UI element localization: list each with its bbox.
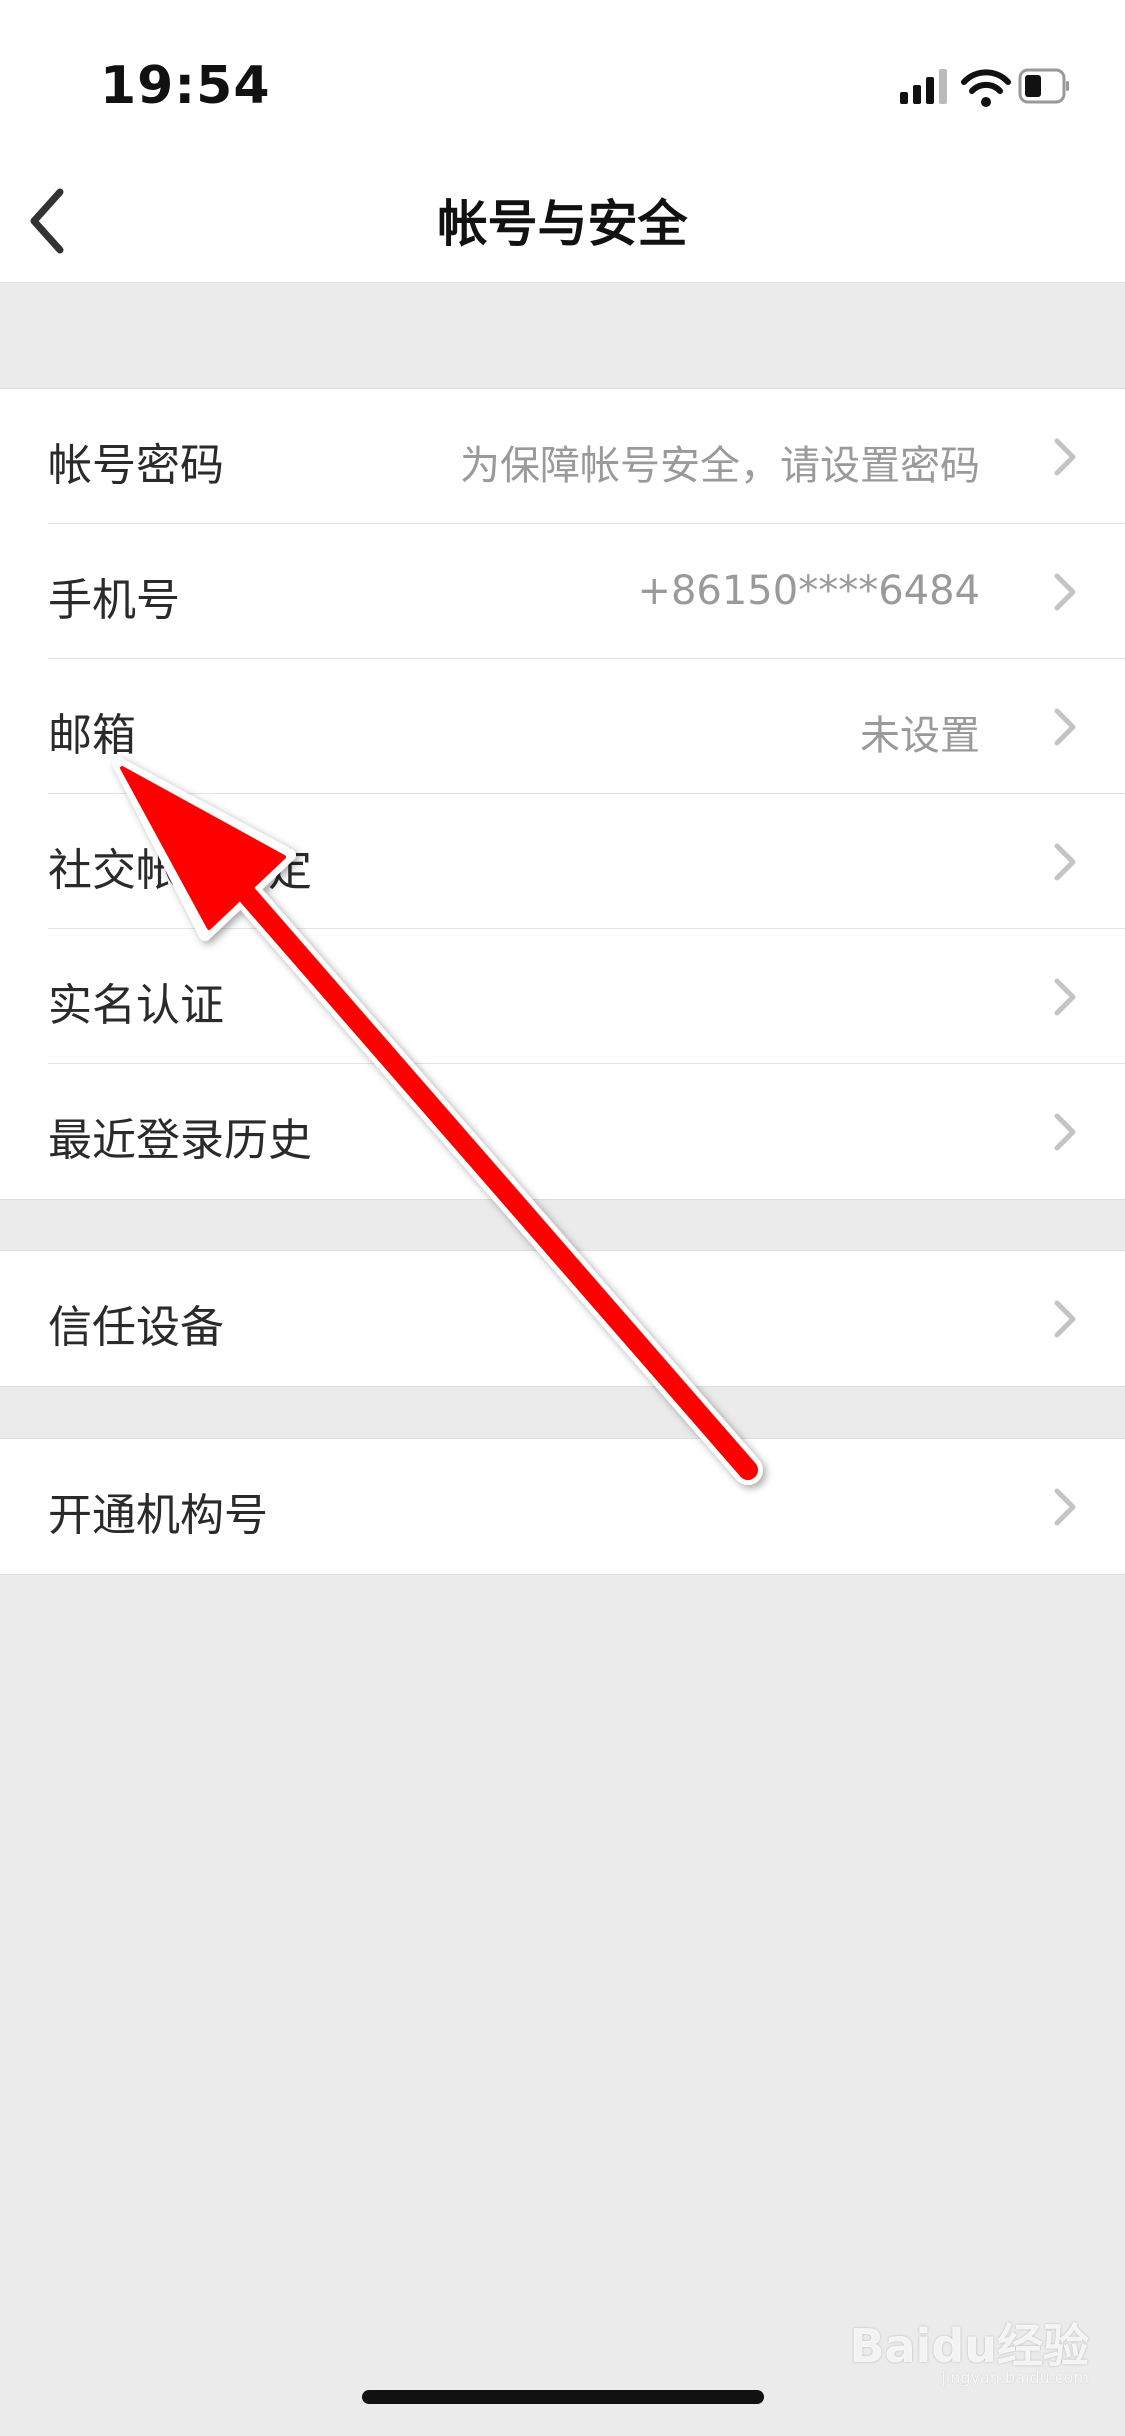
status-icons (900, 68, 1069, 107)
watermark-brand: Baidu经验 (849, 2319, 1089, 2373)
row-label: 开通机构号 (48, 1490, 268, 1541)
chevron-right-icon (1054, 438, 1076, 476)
chevron-right-icon (1054, 573, 1076, 611)
chevron-right-icon (1054, 1488, 1076, 1526)
row-value: +86150****6484 (637, 568, 980, 614)
settings-row-real-name[interactable]: 实名认证 (0, 929, 1125, 1064)
watermark: Baidu经验 jingyan.baidu.com (849, 2300, 1089, 2400)
settings-row-social-binding[interactable]: 社交帐号绑定 (0, 794, 1125, 929)
settings-row-email[interactable]: 邮箱 未设置 (0, 659, 1125, 794)
row-value: 为保障帐号安全，请设置密码 (460, 443, 980, 489)
settings-group-devices: 信任设备 (0, 1250, 1125, 1387)
row-label: 手机号 (48, 575, 180, 626)
settings-row-open-org-account[interactable]: 开通机构号 (0, 1439, 1125, 1574)
watermark-url: jingyan.baidu.com (941, 2368, 1089, 2387)
navigation-bar: 帐号与安全 (0, 160, 1125, 283)
wifi-icon (961, 69, 1011, 107)
chevron-right-icon (1054, 1300, 1076, 1338)
chevron-right-icon (1054, 843, 1076, 881)
chevron-right-icon (1054, 1113, 1076, 1151)
home-indicator[interactable] (362, 2390, 764, 2404)
battery-icon (1018, 68, 1069, 104)
page-title: 帐号与安全 (437, 195, 688, 253)
row-label: 实名认证 (48, 980, 224, 1031)
chevron-right-icon (1054, 708, 1076, 746)
status-time: 19:54 (100, 56, 271, 116)
row-label: 社交帐号绑定 (48, 845, 312, 896)
settings-group-organization: 开通机构号 (0, 1438, 1125, 1575)
settings-row-login-history[interactable]: 最近登录历史 (0, 1064, 1125, 1199)
row-value: 未设置 (860, 713, 980, 759)
settings-row-phone[interactable]: 手机号 +86150****6484 (0, 524, 1125, 659)
settings-group-account: 帐号密码 为保障帐号安全，请设置密码 手机号 +86150****6484 邮箱… (0, 388, 1125, 1200)
settings-row-trusted-devices[interactable]: 信任设备 (0, 1251, 1125, 1386)
annotation-arrow (112, 757, 763, 1485)
row-label: 帐号密码 (48, 440, 224, 491)
row-label: 邮箱 (48, 710, 136, 761)
row-label: 最近登录历史 (48, 1115, 312, 1166)
settings-row-password[interactable]: 帐号密码 为保障帐号安全，请设置密码 (0, 389, 1125, 524)
signal-icon (900, 69, 947, 104)
status-bar: 19:54 (0, 0, 1125, 160)
row-label: 信任设备 (48, 1302, 224, 1353)
chevron-right-icon (1054, 978, 1076, 1016)
